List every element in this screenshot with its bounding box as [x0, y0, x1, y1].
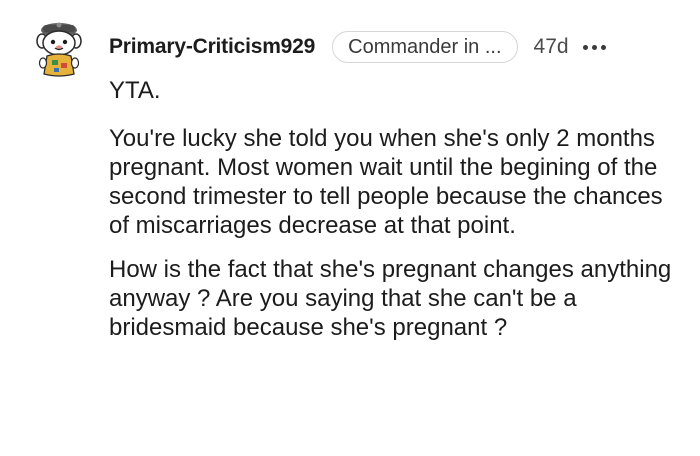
user-flair: Commander in ... [332, 31, 518, 63]
comment-paragraph: You're lucky she told you when she's onl… [109, 125, 663, 239]
more-options-icon[interactable] [582, 37, 606, 57]
comment-paragraph: YTA. [109, 77, 161, 104]
snoo-avatar-icon [36, 22, 82, 77]
dot [600, 44, 606, 50]
comment-header: Primary-Criticism929 Commander in ... 47… [109, 29, 606, 65]
comment-paragraph: How is the fact that she's pregnant chan… [109, 256, 672, 341]
dot [591, 44, 597, 50]
comment-body: YTA. You're lucky she told you when she'… [109, 76, 679, 357]
avatar[interactable] [30, 16, 88, 80]
author-username[interactable]: Primary-Criticism929 [109, 35, 315, 59]
comment-age: 47d [533, 35, 569, 58]
comment: Primary-Criticism929 Commander in ... 47… [0, 0, 700, 456]
dot [582, 44, 588, 50]
